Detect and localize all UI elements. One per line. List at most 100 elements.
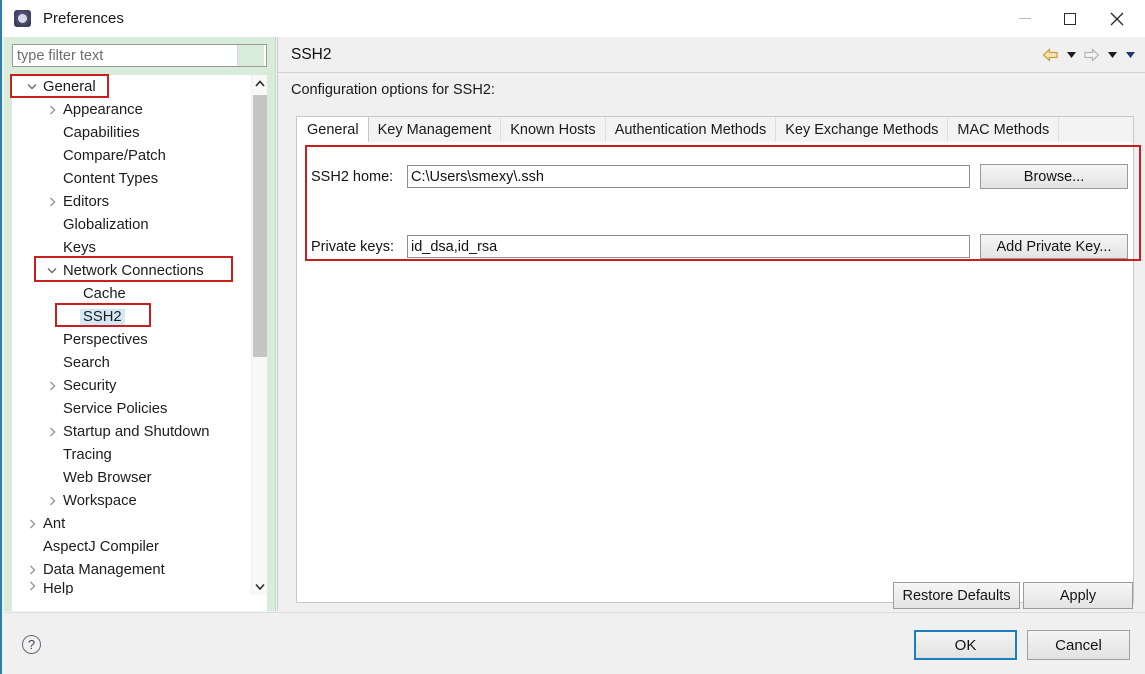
sidebar-item-perspectives[interactable]: Perspectives [12, 328, 251, 351]
sidebar-item-cache[interactable]: Cache [12, 282, 251, 305]
sidebar-item-workspace[interactable]: Workspace [12, 489, 251, 512]
filter-clear-button[interactable] [237, 45, 264, 66]
preferences-gear-icon [14, 10, 31, 27]
tab-label: Authentication Methods [615, 122, 767, 138]
sidebar-item-label: Capabilities [60, 125, 143, 141]
sidebar-item-label: Perspectives [60, 332, 151, 348]
sidebar-item-startup-and-shutdown[interactable]: Startup and Shutdown [12, 420, 251, 443]
help-question-icon[interactable]: ? [22, 635, 41, 654]
chevron-up-icon [255, 80, 265, 87]
sidebar-item-help[interactable]: Help [12, 581, 251, 595]
private-keys-input[interactable] [407, 235, 970, 258]
tab-key-exchange-methods[interactable]: Key Exchange Methods [776, 117, 948, 142]
title-bar: Preferences [2, 0, 1145, 37]
preferences-dialog: Preferences General Appearance Capabilitie… [0, 0, 1145, 674]
tree-vertical-scrollbar[interactable] [251, 75, 267, 595]
sidebar-item-search[interactable]: Search [12, 351, 251, 374]
navigation-toolbar [1040, 37, 1138, 73]
chevron-right-icon[interactable] [24, 519, 40, 529]
chevron-right-icon[interactable] [24, 565, 40, 575]
tree-rows-container: General Appearance Capabilities Compare/Pat… [12, 75, 251, 595]
scroll-up-button[interactable] [252, 75, 267, 92]
chevron-right-icon[interactable] [44, 197, 60, 207]
search-input[interactable] [15, 46, 237, 65]
tab-strip: General Key Management Known Hosts Authenti… [297, 117, 1133, 142]
maximize-button[interactable] [1047, 0, 1092, 37]
sidebar-item-ant[interactable]: Ant [12, 512, 251, 535]
add-private-key-button[interactable]: Add Private Key... [980, 234, 1128, 259]
sidebar-item-label: Keys [60, 240, 99, 256]
sidebar-item-label: SSH2 [80, 309, 125, 325]
chevron-right-icon[interactable] [44, 381, 60, 391]
sidebar-item-label: Service Policies [60, 401, 170, 417]
forward-button[interactable] [1081, 44, 1102, 66]
chevron-down-icon [1067, 52, 1076, 58]
content-panel: SSH2 [277, 37, 1145, 611]
sidebar-item-appearance[interactable]: Appearance [12, 98, 251, 121]
sidebar-item-label: General [40, 79, 99, 95]
maximize-icon [1064, 13, 1076, 25]
ssh2-home-input[interactable] [407, 165, 970, 188]
preferences-tree: General Appearance Capabilities Compare/Pat… [12, 75, 267, 628]
tab-key-management[interactable]: Key Management [369, 117, 502, 142]
sidebar-item-label: Startup and Shutdown [60, 424, 212, 440]
sidebar-item-web-browser[interactable]: Web Browser [12, 466, 251, 489]
tab-known-hosts[interactable]: Known Hosts [501, 117, 605, 142]
tab-authentication-methods[interactable]: Authentication Methods [606, 117, 777, 142]
tab-label: General [307, 122, 359, 138]
browse-button[interactable]: Browse... [980, 164, 1128, 189]
sidebar-item-content-types[interactable]: Content Types [12, 167, 251, 190]
chevron-down-icon[interactable] [44, 267, 60, 274]
tab-mac-methods[interactable]: MAC Methods [948, 117, 1059, 142]
cancel-button[interactable]: Cancel [1027, 630, 1130, 660]
back-button[interactable] [1040, 44, 1061, 66]
ok-button[interactable]: OK [914, 630, 1017, 660]
filter-field-wrapper[interactable] [12, 44, 267, 67]
ssh2-home-row: SSH2 home: Browse... [311, 164, 1128, 189]
restore-defaults-button[interactable]: Restore Defaults [893, 582, 1020, 609]
sidebar-item-tracing[interactable]: Tracing [12, 443, 251, 466]
sidebar-item-data-management[interactable]: Data Management [12, 558, 251, 581]
content-header: SSH2 [278, 37, 1145, 73]
tab-label: Key Management [378, 122, 492, 138]
chevron-down-icon[interactable] [24, 83, 40, 90]
chevron-right-icon[interactable] [24, 581, 40, 591]
sidebar-item-security[interactable]: Security [12, 374, 251, 397]
sidebar-item-label: Search [60, 355, 113, 371]
sidebar-item-label: Security [60, 378, 119, 394]
back-history-dropdown[interactable] [1063, 44, 1079, 66]
sidebar-item-globalization[interactable]: Globalization [12, 213, 251, 236]
tab-folder: General Key Management Known Hosts Authenti… [296, 116, 1134, 603]
sidebar-item-compare-patch[interactable]: Compare/Patch [12, 144, 251, 167]
tab-general[interactable]: General [297, 117, 369, 142]
sidebar-item-keys[interactable]: Keys [12, 236, 251, 259]
chevron-down-icon [1108, 52, 1117, 58]
scroll-down-button[interactable] [252, 578, 267, 595]
sidebar-item-general[interactable]: General [12, 75, 251, 98]
sidebar-item-capabilities[interactable]: Capabilities [12, 121, 251, 144]
private-keys-row: Private keys: Add Private Key... [311, 234, 1128, 259]
view-menu-dropdown[interactable] [1122, 44, 1138, 66]
forward-history-dropdown[interactable] [1104, 44, 1120, 66]
chevron-right-icon[interactable] [44, 105, 60, 115]
tab-panel-general: SSH2 home: Browse... Private keys: Add P… [297, 142, 1133, 602]
scrollbar-thumb-vertical[interactable] [253, 95, 267, 357]
sidebar-item-service-policies[interactable]: Service Policies [12, 397, 251, 420]
chevron-right-icon[interactable] [44, 427, 60, 437]
apply-button[interactable]: Apply [1023, 582, 1133, 609]
sidebar-item-editors[interactable]: Editors [12, 190, 251, 213]
sidebar-item-ssh2[interactable]: SSH2 [12, 305, 251, 328]
close-button[interactable] [1094, 0, 1139, 37]
sidebar-item-label: Editors [60, 194, 112, 210]
sidebar-item-label: Globalization [60, 217, 152, 233]
sidebar-item-label: Network Connections [60, 263, 207, 279]
dialog-buttons: OK Cancel [914, 630, 1130, 660]
sidebar-item-label: Tracing [60, 447, 115, 463]
minimize-button[interactable] [1002, 0, 1047, 37]
tab-label: MAC Methods [957, 122, 1049, 138]
sidebar-item-aspectj-compiler[interactable]: AspectJ Compiler [12, 535, 251, 558]
sidebar-item-label: Appearance [60, 102, 146, 118]
back-arrow-icon [1042, 48, 1059, 62]
sidebar-item-network-connections[interactable]: Network Connections [12, 259, 251, 282]
chevron-right-icon[interactable] [44, 496, 60, 506]
